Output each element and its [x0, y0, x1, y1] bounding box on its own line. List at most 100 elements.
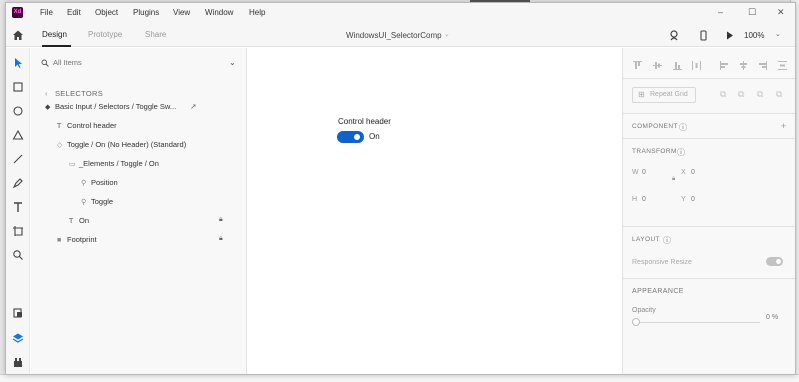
xd-logo-icon[interactable]: Xd: [12, 7, 23, 18]
assets-icon[interactable]: [12, 307, 24, 319]
search-input[interactable]: [53, 58, 203, 67]
layer-row[interactable]: ⚲ Position: [81, 178, 118, 192]
layer-row[interactable]: ◆ Basic Input / Selectors / Toggle Sw... …: [45, 102, 197, 116]
height-field[interactable]: 0: [642, 196, 646, 203]
layers-search: ⌄: [39, 58, 239, 72]
control-header-text[interactable]: Control header: [338, 117, 391, 126]
divider: [623, 138, 795, 139]
layer-label: Position: [91, 178, 118, 187]
tab-design[interactable]: Design: [42, 30, 67, 39]
align-bottom-icon[interactable]: [672, 60, 683, 71]
toggle-knob: [776, 259, 781, 264]
rectangle-icon: ■: [57, 237, 62, 244]
layout-section-label: LAYOUT: [632, 236, 660, 243]
layer-row[interactable]: ■ Footprint: [57, 235, 97, 249]
component-icon: ◇: [57, 142, 63, 149]
line-tool-icon[interactable]: [12, 153, 24, 165]
align-right-icon[interactable]: [757, 60, 768, 71]
menu-help[interactable]: Help: [249, 8, 265, 17]
menu-view[interactable]: View: [173, 8, 190, 17]
transform-section-label: TRANSFORM: [632, 148, 677, 155]
artboard-canvas[interactable]: Control header On: [248, 48, 621, 374]
opacity-label: Opacity: [632, 307, 656, 314]
divider: [623, 226, 795, 227]
layer-row[interactable]: T Control header: [57, 121, 117, 135]
minimize-button[interactable]: –: [718, 7, 723, 17]
user-help-icon[interactable]: [669, 30, 680, 41]
lock-aspect-icon[interactable]: 🔒︎: [672, 176, 675, 183]
chevron-down-icon[interactable]: ⌄: [444, 30, 450, 38]
repeat-grid-button[interactable]: ⊞ Repeat Grid: [632, 87, 696, 103]
chevron-down-icon[interactable]: ⌄: [775, 30, 781, 38]
desktop: Xd File Edit Object Plugins View Window …: [0, 0, 799, 382]
close-button[interactable]: ✕: [777, 7, 785, 18]
align-top-icon[interactable]: [632, 60, 643, 71]
boolean-exclude-icon[interactable]: ⧉: [776, 89, 782, 100]
select-tool-icon[interactable]: [12, 57, 24, 69]
opacity-slider-track[interactable]: [640, 322, 760, 323]
zoom-level[interactable]: 100%: [744, 31, 764, 40]
add-component-button[interactable]: +: [781, 121, 787, 131]
x-label: X: [681, 169, 686, 176]
divider: [623, 78, 795, 79]
info-icon[interactable]: ⓘ: [679, 122, 687, 133]
pen-tool-icon[interactable]: [12, 177, 24, 189]
layer-label: _Elements / Toggle / On: [79, 159, 159, 168]
opacity-field[interactable]: 0 %: [766, 314, 778, 321]
ellipse-tool-icon[interactable]: [12, 105, 24, 117]
align-left-icon[interactable]: [719, 60, 730, 71]
responsive-resize-label: Responsive Resize: [632, 259, 692, 266]
y-field[interactable]: 0: [691, 196, 695, 203]
toggle-switch[interactable]: [337, 131, 364, 143]
breadcrumb[interactable]: ‹ SELECTORS: [45, 89, 103, 103]
toggle-state-label[interactable]: On: [369, 132, 380, 141]
tab-prototype[interactable]: Prototype: [88, 30, 122, 39]
maximize-button[interactable]: ☐: [748, 7, 756, 18]
boolean-subtract-icon[interactable]: ⧉: [738, 89, 744, 100]
edit-main-component-icon[interactable]: ↗: [190, 102, 196, 111]
info-icon[interactable]: ⓘ: [677, 147, 685, 158]
align-middle-icon[interactable]: [652, 60, 663, 71]
layer-row[interactable]: ◇ Toggle / On (No Header) (Standard): [57, 140, 186, 154]
chevron-down-icon[interactable]: ⌄: [229, 58, 236, 67]
layers-icon[interactable]: [12, 332, 24, 344]
rectangle-tool-icon[interactable]: [12, 81, 24, 93]
tab-share[interactable]: Share: [145, 30, 166, 39]
device-preview-icon[interactable]: [698, 30, 709, 41]
layer-label: Toggle / On (No Header) (Standard): [67, 140, 187, 149]
home-icon[interactable]: [12, 29, 24, 41]
layer-row[interactable]: ⚲ Toggle: [81, 197, 113, 211]
menu-plugins[interactable]: Plugins: [133, 8, 159, 17]
boolean-add-icon[interactable]: ⧉: [720, 89, 726, 100]
opacity-slider-knob[interactable]: [632, 318, 640, 326]
x-field[interactable]: 0: [691, 169, 695, 176]
boolean-intersect-icon[interactable]: ⧉: [757, 89, 763, 100]
text-tool-icon[interactable]: [12, 201, 24, 213]
lock-icon[interactable]: 🔒︎: [219, 235, 223, 243]
distribute-vertical-icon[interactable]: [777, 60, 788, 71]
align-center-icon[interactable]: [738, 60, 749, 71]
document-title[interactable]: WindowsUI_SelectorComp: [346, 31, 442, 40]
menu-file[interactable]: File: [40, 8, 53, 17]
menu-object[interactable]: Object: [95, 8, 118, 17]
divider: [623, 278, 795, 279]
layer-label: Footprint: [67, 235, 97, 244]
background-window-edge: [0, 374, 799, 382]
layer-row[interactable]: ▭ _Elements / Toggle / On: [69, 159, 159, 173]
lock-icon[interactable]: 🔒︎: [219, 216, 223, 224]
polygon-tool-icon[interactable]: [12, 129, 24, 141]
zoom-tool-icon[interactable]: [12, 249, 24, 261]
xd-window: Xd File Edit Object Plugins View Window …: [5, 2, 796, 375]
width-field[interactable]: 0: [642, 169, 646, 176]
artboard-tool-icon[interactable]: [12, 225, 24, 237]
distribute-horizontal-icon[interactable]: [691, 60, 702, 71]
link-icon: ⚲: [81, 199, 87, 206]
menu-window[interactable]: Window: [205, 8, 233, 17]
chevron-left-icon[interactable]: ‹: [45, 91, 55, 98]
menu-edit[interactable]: Edit: [67, 8, 81, 17]
plugins-icon[interactable]: [12, 356, 24, 368]
layer-row[interactable]: T On: [69, 216, 89, 230]
responsive-resize-toggle[interactable]: [766, 257, 783, 266]
info-icon[interactable]: ⓘ: [663, 235, 671, 246]
play-icon[interactable]: [724, 30, 735, 41]
